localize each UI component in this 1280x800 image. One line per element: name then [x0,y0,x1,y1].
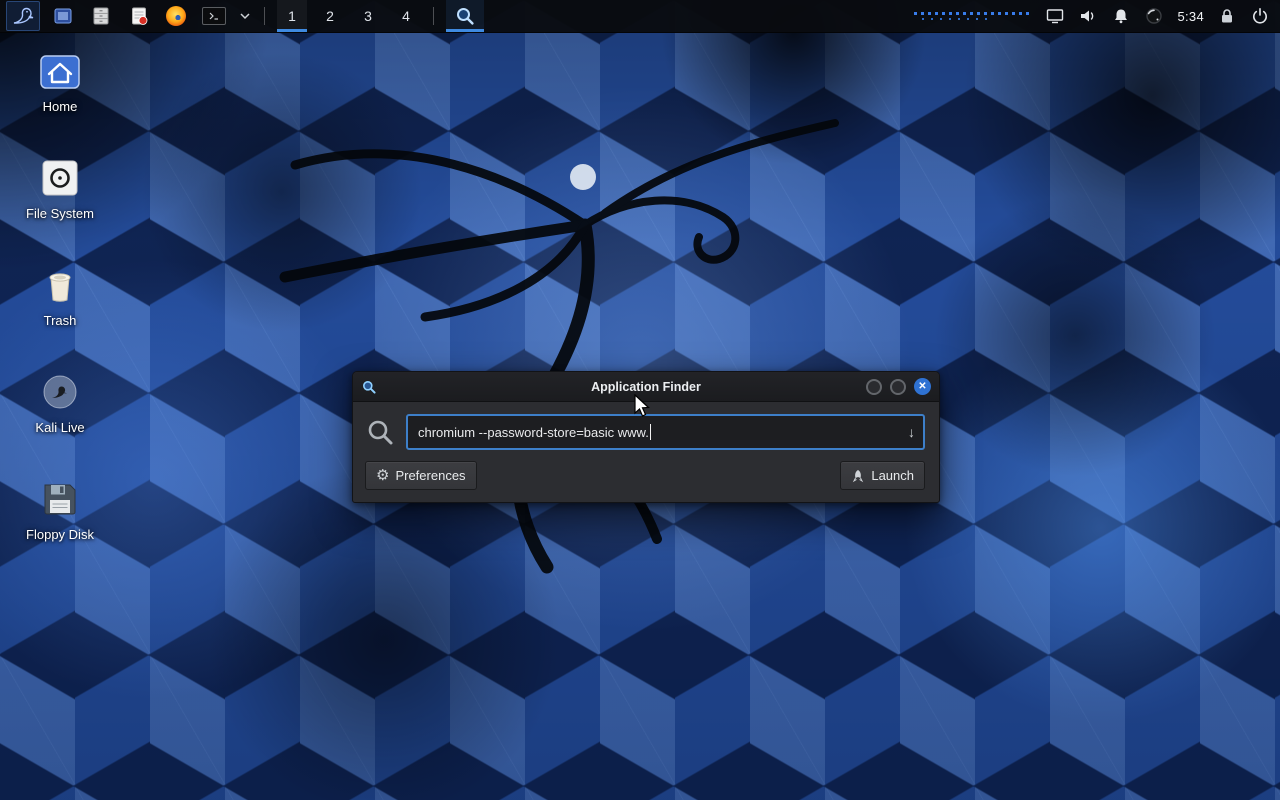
system-tray: 5:34 [914,6,1274,26]
top-panel: 1 2 3 4 5:34 [0,0,1280,33]
terminal-icon [202,7,226,25]
desktop-icon-label: Trash [44,313,77,328]
desktop-icon-column: Home File System Trash Kali Live [12,48,108,583]
text-editor-icon [128,5,150,27]
firefox-launcher[interactable] [162,0,190,32]
minimize-button[interactable] [866,379,882,395]
close-icon: ✕ [918,381,926,392]
volume-icon[interactable] [1078,6,1098,26]
window-controls: ✕ [866,378,931,395]
home-folder-icon [37,48,83,94]
text-editor-launcher[interactable] [124,0,154,32]
preferences-button[interactable]: ⚙ Preferences [365,461,477,490]
notifications-bell-icon[interactable] [1111,6,1131,26]
application-finder-window: Application Finder ✕ chromium --password… [352,371,940,503]
launch-button[interactable]: Launch [840,461,925,490]
clock[interactable]: 5:34 [1177,9,1204,24]
command-text: chromium --password-store=basic www. [418,425,649,440]
titlebar[interactable]: Application Finder ✕ [353,372,939,402]
desktop-icon-trash[interactable]: Trash [12,262,108,354]
workspace-3-button[interactable]: 3 [353,0,383,32]
desktop-icon-floppy-disk[interactable]: Floppy Disk [12,476,108,568]
file-manager-launcher[interactable] [86,0,116,32]
terminal-launcher[interactable] [198,0,230,32]
lock-screen-icon[interactable] [1217,6,1237,26]
logout-power-icon[interactable] [1250,6,1270,26]
text-caret [650,424,652,440]
launch-label: Launch [871,468,914,483]
tray-activity-graph [914,12,1032,21]
close-button[interactable]: ✕ [914,378,931,395]
desktop-icon-label: Home [43,99,78,114]
search-icon [365,417,395,447]
trash-bin-icon [37,262,83,308]
maximize-button[interactable] [890,379,906,395]
workspace-2-button[interactable]: 2 [315,0,345,32]
desktop-icon-kali-live[interactable]: Kali Live [12,369,108,461]
window-app-launcher[interactable] [48,0,78,32]
panel-separator [433,7,434,25]
panel-separator [264,7,265,25]
terminal-dropdown-button[interactable] [238,0,252,32]
window-title: Application Finder [353,380,939,394]
desktop-icon-label: Kali Live [35,420,84,435]
workspace-4-button[interactable]: 4 [391,0,421,32]
file-manager-icon [90,5,112,27]
file-system-drive-icon [37,155,83,201]
history-dropdown-arrow-icon[interactable]: ↓ [900,424,915,440]
desktop-icon-label: File System [26,206,94,221]
finder-body: chromium --password-store=basic www. ↓ ⚙… [353,402,939,502]
app-finder-icon [454,5,476,27]
display-icon[interactable] [1045,6,1065,26]
kali-menu-icon [11,4,35,28]
launch-icon [851,469,865,483]
floppy-disk-icon [37,476,83,522]
application-finder-taskbar-button[interactable] [446,0,484,32]
preferences-label: Preferences [395,468,465,483]
command-input[interactable]: chromium --password-store=basic www. ↓ [406,414,925,450]
tray-status-icon[interactable] [1144,6,1164,26]
desktop-icon-file-system[interactable]: File System [12,155,108,247]
desktop-icon-label: Floppy Disk [26,527,94,542]
applications-menu-button[interactable] [6,1,40,31]
window-titlebar-icon [361,379,377,395]
gear-icon: ⚙ [376,468,389,483]
window-icon [52,5,74,27]
chevron-down-icon [240,11,250,21]
kali-live-disc-icon [37,369,83,415]
desktop-icon-home[interactable]: Home [12,48,108,140]
firefox-icon [166,6,186,26]
workspace-1-button[interactable]: 1 [277,0,307,32]
